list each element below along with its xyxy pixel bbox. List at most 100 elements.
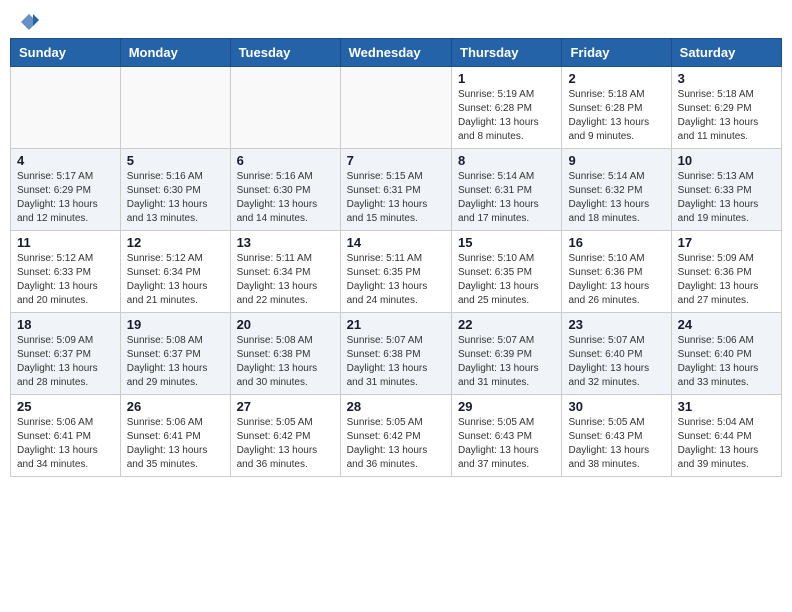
day-header-saturday: Saturday (671, 39, 781, 67)
day-cell (120, 67, 230, 149)
day-info: Sunrise: 5:14 AM Sunset: 6:31 PM Dayligh… (458, 170, 555, 226)
day-info: Sunrise: 5:12 AM Sunset: 6:34 PM Dayligh… (127, 252, 224, 308)
day-info: Sunrise: 5:05 AM Sunset: 6:43 PM Dayligh… (568, 416, 664, 472)
day-number: 17 (678, 235, 775, 250)
day-cell: 19 Sunrise: 5:08 AM Sunset: 6:37 PM Dayli… (120, 313, 230, 395)
day-cell: 20 Sunrise: 5:08 AM Sunset: 6:38 PM Dayli… (230, 313, 340, 395)
day-info: Sunrise: 5:10 AM Sunset: 6:35 PM Dayligh… (458, 252, 555, 308)
day-cell: 28 Sunrise: 5:05 AM Sunset: 6:42 PM Dayli… (340, 395, 451, 477)
day-info: Sunrise: 5:08 AM Sunset: 6:38 PM Dayligh… (237, 334, 334, 390)
day-number: 18 (17, 317, 114, 332)
day-info: Sunrise: 5:06 AM Sunset: 6:40 PM Dayligh… (678, 334, 775, 390)
day-info: Sunrise: 5:18 AM Sunset: 6:29 PM Dayligh… (678, 88, 775, 144)
day-number: 22 (458, 317, 555, 332)
day-cell: 23 Sunrise: 5:07 AM Sunset: 6:40 PM Dayli… (562, 313, 671, 395)
day-number: 5 (127, 153, 224, 168)
day-cell: 17 Sunrise: 5:09 AM Sunset: 6:36 PM Dayli… (671, 231, 781, 313)
day-info: Sunrise: 5:10 AM Sunset: 6:36 PM Dayligh… (568, 252, 664, 308)
day-info: Sunrise: 5:16 AM Sunset: 6:30 PM Dayligh… (127, 170, 224, 226)
day-info: Sunrise: 5:05 AM Sunset: 6:42 PM Dayligh… (237, 416, 334, 472)
day-number: 1 (458, 71, 555, 86)
day-cell: 5 Sunrise: 5:16 AM Sunset: 6:30 PM Daylig… (120, 149, 230, 231)
day-info: Sunrise: 5:07 AM Sunset: 6:39 PM Dayligh… (458, 334, 555, 390)
day-cell: 18 Sunrise: 5:09 AM Sunset: 6:37 PM Dayli… (11, 313, 121, 395)
day-number: 24 (678, 317, 775, 332)
day-info: Sunrise: 5:07 AM Sunset: 6:38 PM Dayligh… (347, 334, 445, 390)
day-cell: 1 Sunrise: 5:19 AM Sunset: 6:28 PM Daylig… (452, 67, 562, 149)
day-cell: 24 Sunrise: 5:06 AM Sunset: 6:40 PM Dayli… (671, 313, 781, 395)
day-number: 26 (127, 399, 224, 414)
day-cell: 27Sunrise: 5:05 AM Sunset: 6:42 PM Dayli… (230, 395, 340, 477)
day-number: 7 (347, 153, 445, 168)
day-cell: 31Sunrise: 5:04 AM Sunset: 6:44 PM Dayli… (671, 395, 781, 477)
day-info: Sunrise: 5:11 AM Sunset: 6:35 PM Dayligh… (347, 252, 445, 308)
day-number: 12 (127, 235, 224, 250)
day-number: 23 (568, 317, 664, 332)
day-number: 2 (568, 71, 664, 86)
day-cell: 26 Sunrise: 5:06 AM Sunset: 6:41 PM Dayli… (120, 395, 230, 477)
day-cell: 7 Sunrise: 5:15 AM Sunset: 6:31 PM Daylig… (340, 149, 451, 231)
day-info: Sunrise: 5:12 AM Sunset: 6:33 PM Dayligh… (17, 252, 114, 308)
day-cell: 10 Sunrise: 5:13 AM Sunset: 6:33 PM Dayli… (671, 149, 781, 231)
day-cell: 29 Sunrise: 5:05 AM Sunset: 6:43 PM Dayli… (452, 395, 562, 477)
week-row-4: 18 Sunrise: 5:09 AM Sunset: 6:37 PM Dayli… (11, 313, 782, 395)
day-header-thursday: Thursday (452, 39, 562, 67)
day-header-sunday: Sunday (11, 39, 121, 67)
day-number: 6 (237, 153, 334, 168)
day-info: Sunrise: 5:16 AM Sunset: 6:30 PM Dayligh… (237, 170, 334, 226)
day-number: 15 (458, 235, 555, 250)
day-number: 29 (458, 399, 555, 414)
day-number: 10 (678, 153, 775, 168)
day-info: Sunrise: 5:14 AM Sunset: 6:32 PM Dayligh… (568, 170, 664, 226)
day-info: Sunrise: 5:17 AM Sunset: 6:29 PM Dayligh… (17, 170, 114, 226)
day-cell: 30 Sunrise: 5:05 AM Sunset: 6:43 PM Dayli… (562, 395, 671, 477)
logo (18, 14, 39, 28)
day-number: 3 (678, 71, 775, 86)
day-header-friday: Friday (562, 39, 671, 67)
week-row-1: 1 Sunrise: 5:19 AM Sunset: 6:28 PM Daylig… (11, 67, 782, 149)
day-info: Sunrise: 5:15 AM Sunset: 6:31 PM Dayligh… (347, 170, 445, 226)
day-cell: 21 Sunrise: 5:07 AM Sunset: 6:38 PM Dayli… (340, 313, 451, 395)
day-info: Sunrise: 5:09 AM Sunset: 6:37 PM Dayligh… (17, 334, 114, 390)
day-number: 16 (568, 235, 664, 250)
calendar-table: SundayMondayTuesdayWednesdayThursdayFrid… (10, 38, 782, 477)
day-cell: 3 Sunrise: 5:18 AM Sunset: 6:29 PM Daylig… (671, 67, 781, 149)
day-cell: 6 Sunrise: 5:16 AM Sunset: 6:30 PM Daylig… (230, 149, 340, 231)
day-header-monday: Monday (120, 39, 230, 67)
day-info: Sunrise: 5:07 AM Sunset: 6:40 PM Dayligh… (568, 334, 664, 390)
day-number: 25 (17, 399, 114, 414)
logo-icon (19, 12, 39, 32)
day-number: 30 (568, 399, 664, 414)
day-cell: 13Sunrise: 5:11 AM Sunset: 6:34 PM Dayli… (230, 231, 340, 313)
day-info: Sunrise: 5:19 AM Sunset: 6:28 PM Dayligh… (458, 88, 555, 144)
day-header-wednesday: Wednesday (340, 39, 451, 67)
day-cell: 15 Sunrise: 5:10 AM Sunset: 6:35 PM Dayli… (452, 231, 562, 313)
day-number: 31 (678, 399, 775, 414)
calendar-header-row: SundayMondayTuesdayWednesdayThursdayFrid… (11, 39, 782, 67)
day-info: Sunrise: 5:05 AM Sunset: 6:42 PM Dayligh… (347, 416, 445, 472)
day-info: Sunrise: 5:06 AM Sunset: 6:41 PM Dayligh… (17, 416, 114, 472)
day-number: 19 (127, 317, 224, 332)
day-cell: 11 Sunrise: 5:12 AM Sunset: 6:33 PM Dayli… (11, 231, 121, 313)
day-cell (230, 67, 340, 149)
day-info: Sunrise: 5:06 AM Sunset: 6:41 PM Dayligh… (127, 416, 224, 472)
day-header-tuesday: Tuesday (230, 39, 340, 67)
day-number: 21 (347, 317, 445, 332)
day-cell: 14 Sunrise: 5:11 AM Sunset: 6:35 PM Dayli… (340, 231, 451, 313)
day-cell: 12 Sunrise: 5:12 AM Sunset: 6:34 PM Dayli… (120, 231, 230, 313)
day-cell: 25 Sunrise: 5:06 AM Sunset: 6:41 PM Dayli… (11, 395, 121, 477)
day-info: Sunrise: 5:09 AM Sunset: 6:36 PM Dayligh… (678, 252, 775, 308)
day-number: 11 (17, 235, 114, 250)
day-number: 20 (237, 317, 334, 332)
day-cell: 8Sunrise: 5:14 AM Sunset: 6:31 PM Daylig… (452, 149, 562, 231)
week-row-3: 11 Sunrise: 5:12 AM Sunset: 6:33 PM Dayli… (11, 231, 782, 313)
day-number: 9 (568, 153, 664, 168)
day-number: 14 (347, 235, 445, 250)
day-cell: 2Sunrise: 5:18 AM Sunset: 6:28 PM Daylig… (562, 67, 671, 149)
day-number: 28 (347, 399, 445, 414)
day-info: Sunrise: 5:13 AM Sunset: 6:33 PM Dayligh… (678, 170, 775, 226)
day-cell: 4Sunrise: 5:17 AM Sunset: 6:29 PM Daylig… (11, 149, 121, 231)
day-info: Sunrise: 5:08 AM Sunset: 6:37 PM Dayligh… (127, 334, 224, 390)
day-cell: 9 Sunrise: 5:14 AM Sunset: 6:32 PM Daylig… (562, 149, 671, 231)
day-info: Sunrise: 5:05 AM Sunset: 6:43 PM Dayligh… (458, 416, 555, 472)
